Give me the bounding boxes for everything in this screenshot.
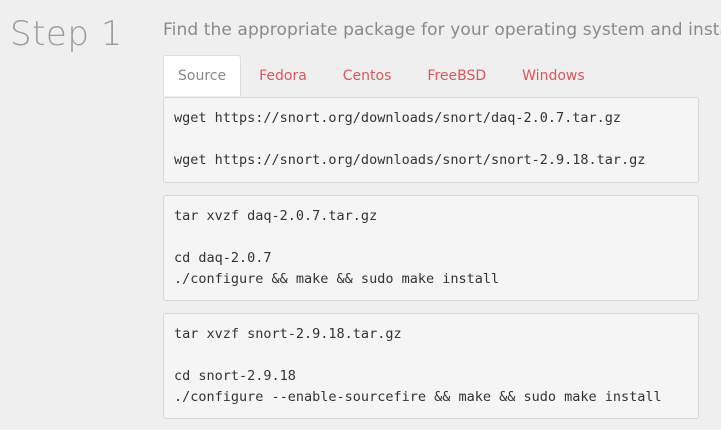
tab-centos[interactable]: Centos (325, 55, 410, 96)
code-line: ./configure --enable-sourcefire && make … (174, 389, 662, 405)
tab-fedora[interactable]: Fedora (241, 55, 325, 96)
code-line: tar xvzf snort-2.9.18.tar.gz (174, 326, 402, 342)
code-line: wget https://snort.org/downloads/snort/d… (174, 110, 622, 126)
step-instructions: Find the appropriate package for your op… (163, 20, 721, 40)
code-line: tar xvzf daq-2.0.7.tar.gz (174, 208, 378, 224)
code-block-install-snort[interactable]: tar xvzf snort-2.9.18.tar.gz cd snort-2.9… (163, 313, 699, 419)
code-line: cd snort-2.9.18 (174, 368, 296, 384)
tab-source[interactable]: Source (163, 55, 242, 96)
code-line: ./configure && make && sudo make install (174, 271, 500, 287)
code-block-download[interactable]: wget https://snort.org/downloads/snort/d… (163, 97, 699, 183)
code-block-install-daq[interactable]: tar xvzf daq-2.0.7.tar.gz cd daq-2.0.7 ./c… (163, 195, 699, 301)
code-line: wget https://snort.org/downloads/snort/s… (174, 152, 646, 168)
code-line: cd daq-2.0.7 (174, 250, 272, 266)
os-tabs: Source Fedora Centos FreeBSD Windows (163, 55, 603, 96)
step-title: Step 1 (10, 14, 123, 54)
install-page: Step 1 Find the appropriate package for … (0, 0, 721, 430)
tab-freebsd[interactable]: FreeBSD (409, 55, 504, 96)
tab-windows[interactable]: Windows (504, 55, 603, 96)
